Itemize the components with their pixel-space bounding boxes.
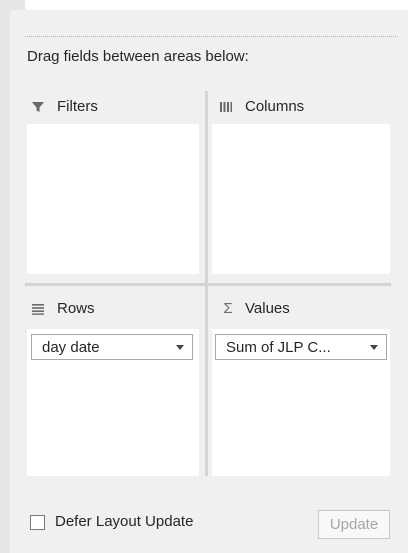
values-header: Σ Values: [219, 300, 290, 317]
update-button[interactable]: Update: [318, 510, 390, 539]
chevron-down-icon[interactable]: [176, 344, 184, 350]
sigma-icon: Σ: [223, 300, 233, 317]
values-field-sum-of-jlp[interactable]: Sum of JLP C...: [215, 334, 387, 360]
columns-label: Columns: [245, 98, 305, 115]
section-separator: [25, 36, 398, 37]
field-list-bottom-edge: [25, 0, 408, 10]
horizontal-divider: [25, 283, 391, 286]
filter-icon: [31, 100, 49, 114]
filters-header: Filters: [31, 98, 98, 115]
defer-layout-update-checkbox[interactable]: [30, 515, 45, 530]
values-label: Values: [245, 300, 290, 317]
rows-header: Rows: [31, 300, 95, 317]
filters-label: Filters: [57, 98, 98, 115]
rows-field-day-date[interactable]: day date: [31, 334, 193, 360]
rows-icon: [31, 303, 49, 315]
columns-drop-area[interactable]: [212, 124, 390, 274]
columns-icon: [219, 100, 237, 114]
instructions-label: Drag fields between areas below:: [27, 48, 249, 65]
filters-drop-area[interactable]: [27, 124, 199, 274]
defer-layout-update-label[interactable]: Defer Layout Update: [55, 513, 193, 530]
values-field-label: Sum of JLP C...: [226, 338, 331, 356]
rows-label: Rows: [57, 300, 95, 317]
rows-field-label: day date: [42, 338, 100, 356]
columns-header: Columns: [219, 98, 304, 115]
chevron-down-icon[interactable]: [370, 344, 378, 350]
